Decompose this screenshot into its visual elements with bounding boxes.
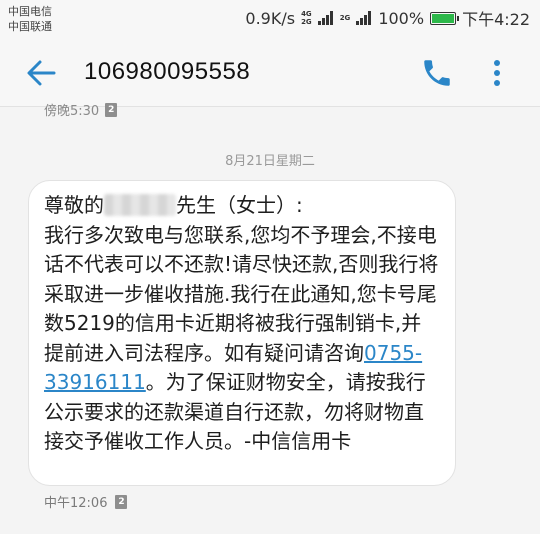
carrier-names: 中国电信 中国联通 <box>8 4 52 34</box>
signal-icon-2 <box>356 11 372 25</box>
date-separator: 8月21日星期二 <box>225 154 315 169</box>
network-type-sim1: 4G 2G <box>301 10 312 26</box>
sim-card-icon: 2 <box>105 102 118 117</box>
carrier-2: 中国联通 <box>8 20 52 33</box>
conversation-header: 106980095558 <box>0 38 540 107</box>
battery-percent: 100% <box>378 8 425 28</box>
status-indicators: 0.9K/s 4G 2G 2G 100% 下午4:22 <box>245 6 530 30</box>
message-bubble[interactable]: 尊敬的 先生（女士）: 我行多次致电与您联系,您均不予理会,不接电话不代表可以不还款… <box>28 180 456 486</box>
net-speed: 0.9K/s <box>245 8 296 28</box>
contact-number: 106980095558 <box>84 58 251 85</box>
battery-icon <box>430 11 460 25</box>
status-bar: 中国电信 中国联通 0.9K/s 4G 2G 2G 100% 下午4:22 <box>0 0 540 38</box>
greeting-start: 尊敬的 <box>44 193 104 217</box>
message-time: 中午12:06 2 <box>44 492 128 511</box>
signal-icon <box>317 11 333 25</box>
back-arrow-icon[interactable] <box>24 56 58 90</box>
network-type-sim2: 2G <box>339 14 351 22</box>
greeting-end: 先生（女士）: <box>176 193 303 217</box>
previous-message-time: 傍晚5:30 2 <box>44 100 118 119</box>
redacted-name <box>104 194 176 216</box>
clock: 下午4:22 <box>462 10 530 29</box>
carrier-1: 中国电信 <box>8 5 52 18</box>
phone-icon[interactable] <box>420 56 454 90</box>
sim-card-icon: 2 <box>115 494 128 509</box>
more-vert-icon[interactable] <box>484 56 510 90</box>
